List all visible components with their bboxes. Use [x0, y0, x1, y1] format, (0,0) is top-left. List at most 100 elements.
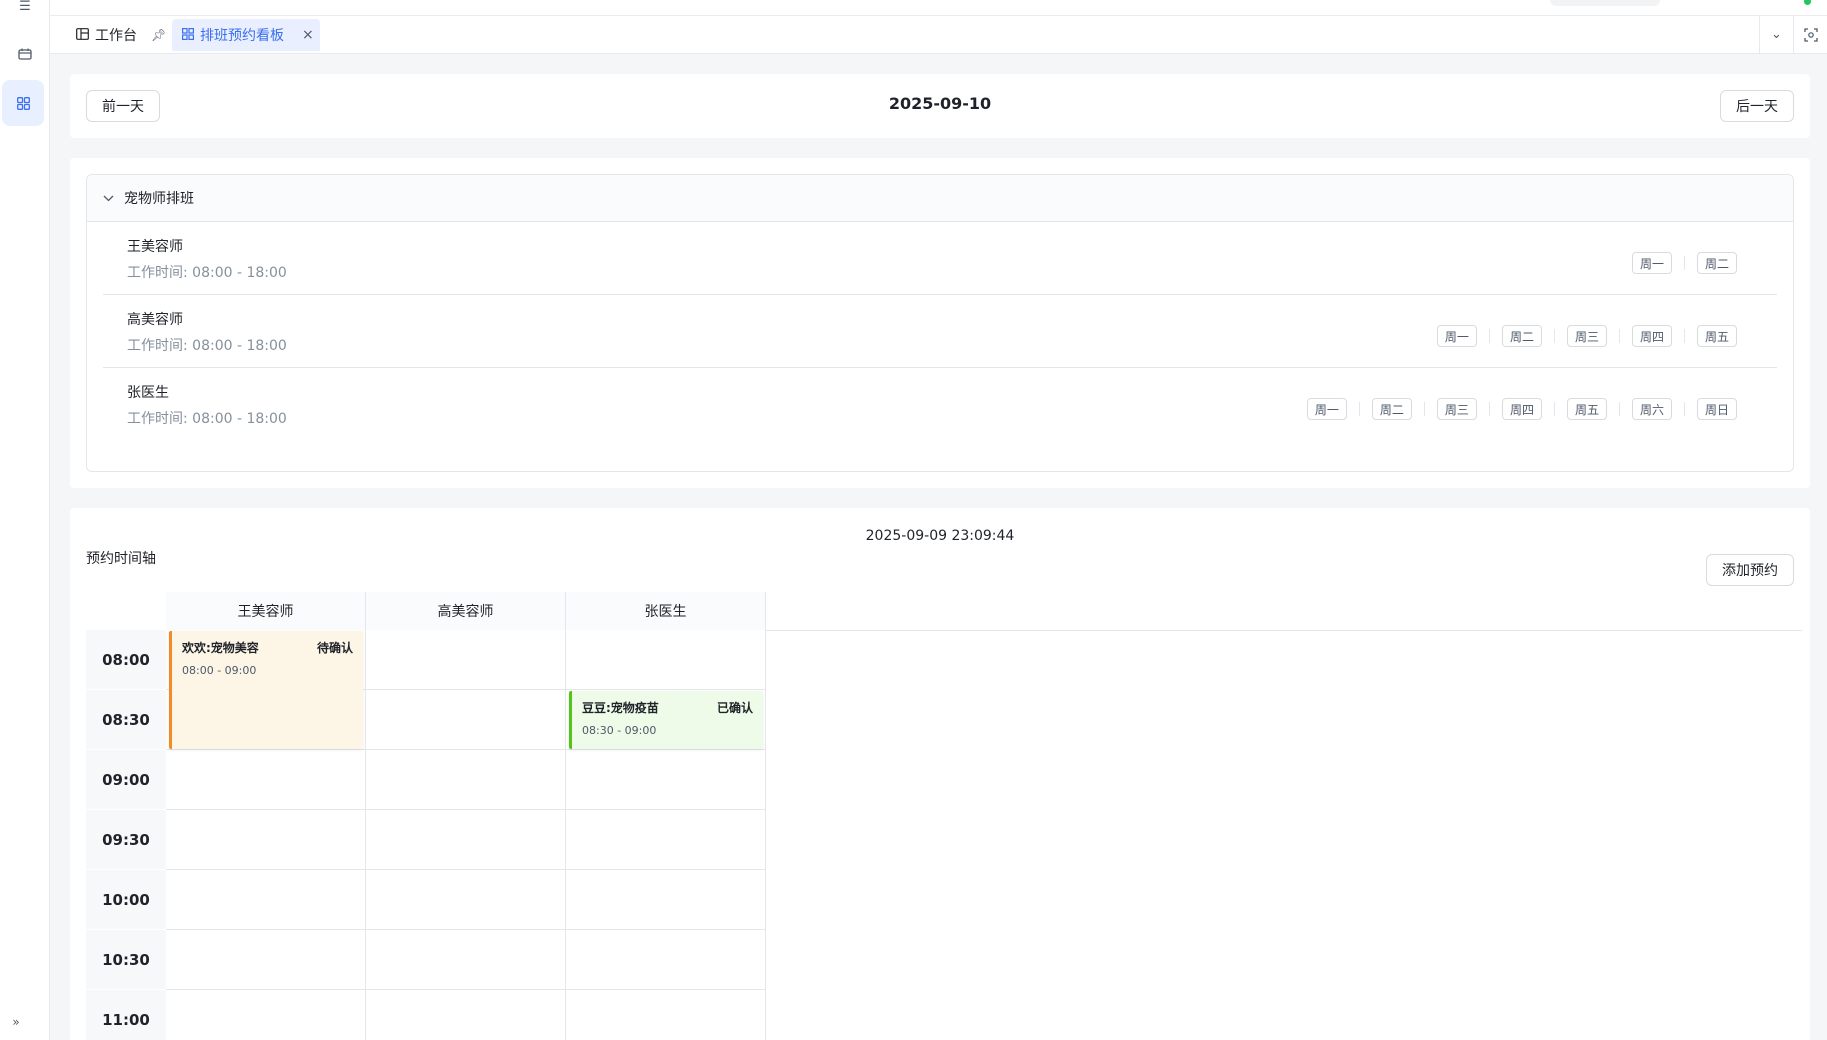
tab-bar: 工作台 📌︎ 排班预约看板 × ⌄	[50, 16, 1827, 54]
menu-list-icon[interactable]: ☰	[9, 0, 41, 22]
add-appointment-button[interactable]: 添加预约	[1706, 554, 1794, 586]
weekday-tag: 周五	[1566, 398, 1607, 420]
time-slot-cell[interactable]	[366, 750, 566, 810]
collapse-header[interactable]: 宠物师排班	[87, 175, 1793, 222]
day-separator	[1683, 329, 1685, 343]
time-slot-label: 08:00	[86, 630, 166, 690]
time-slot-cell[interactable]	[366, 990, 566, 1040]
time-slot-cell[interactable]	[166, 990, 366, 1040]
tab-schedule-board[interactable]: 排班预约看板 ×	[172, 19, 320, 51]
appointment-status: 待确认	[316, 641, 353, 655]
day-separator	[1423, 402, 1425, 416]
expand-sidebar-icon[interactable]: »	[6, 1012, 26, 1032]
staff-schedule-card: 宠物师排班 王美容师 工作时间: 08:00 - 18:00 周一 周二 高美容师 工作时…	[70, 158, 1810, 488]
online-status-dot	[1804, 0, 1811, 5]
chevron-down-icon[interactable]	[103, 192, 114, 205]
staff-row: 张医生工作时间: 08:00 - 18:00 周一 周二 周三 周四 周五 周六 周日	[103, 368, 1777, 441]
appointment-status: 已确认	[716, 701, 753, 715]
weekday-tag: 周二	[1696, 252, 1737, 274]
time-slot-cell[interactable]	[566, 750, 766, 810]
work-days: 周一 周二 周三 周四 周五	[1436, 325, 1737, 347]
next-day-button[interactable]: 后一天	[1720, 90, 1794, 122]
weekday-tag: 周二	[1371, 398, 1412, 420]
time-slot-label: 10:00	[86, 870, 166, 930]
fullscreen-icon[interactable]	[1793, 16, 1827, 53]
tab-workbench[interactable]: 工作台 📌︎	[66, 19, 176, 51]
time-slot-cell[interactable]	[366, 930, 566, 990]
header-search-pill[interactable]	[1550, 0, 1660, 6]
weekday-tag: 周一	[1631, 252, 1672, 274]
weekday-tag: 周日	[1696, 398, 1737, 420]
calendar-icon[interactable]	[9, 38, 41, 70]
time-slot-cell[interactable]	[166, 870, 366, 930]
time-slot-cell[interactable]	[366, 810, 566, 870]
weekday-tag: 周四	[1631, 325, 1672, 347]
timeline-title: 预约时间轴	[86, 551, 156, 567]
layout-icon	[76, 27, 89, 43]
time-slot-cell[interactable]	[566, 810, 766, 870]
weekday-tag: 周六	[1631, 398, 1672, 420]
header-strip	[50, 0, 1827, 16]
time-slot-cell[interactable]	[166, 930, 366, 990]
day-separator	[1488, 402, 1490, 416]
day-separator	[1488, 329, 1490, 343]
staff-row: 高美容师 工作时间: 08:00 - 18:00 周一 周二 周三 周四 周五	[103, 295, 1777, 368]
day-separator	[1553, 329, 1555, 343]
day-separator	[1683, 402, 1685, 416]
current-clock: 2025-09-09 23:09:44	[865, 528, 1015, 544]
appointment-timeline-card: 2025-09-09 23:09:44 预约时间轴 添加预约 王美容师 高美容师张…	[70, 508, 1810, 1040]
time-slot-label: 11:00	[86, 990, 166, 1040]
time-slot-cell[interactable]	[566, 990, 766, 1040]
appointment-card[interactable]: 欢欢:宠物美容 待确认 08:00 - 09:00	[169, 631, 363, 749]
weekday-tag: 周三	[1436, 398, 1477, 420]
dashboard-grid-icon[interactable]	[2, 80, 44, 126]
time-slot-label: 08:30	[86, 690, 166, 750]
staff-column-header: 高美容师	[366, 592, 566, 630]
time-slot-cell[interactable]	[366, 870, 566, 930]
staff-row: 王美容师工作时间: 08:00 - 18:00 周一 周二	[103, 222, 1777, 295]
work-days: 周一 周二	[1631, 252, 1737, 274]
time-slot-cell[interactable]	[366, 690, 566, 750]
close-icon[interactable]: ×	[302, 27, 314, 43]
collapse-title: 宠物师排班	[124, 191, 194, 207]
day-navigation-card: 前一天 2025-09-10 后一天	[70, 74, 1810, 138]
staff-column-header: 张医生	[566, 592, 766, 630]
timeline-grid: 王美容师 高美容师 张医生 08:00 08:30 09:00 09:30 10:00 10:3…	[86, 592, 1802, 1040]
weekday-tag: 周一	[1306, 398, 1347, 420]
day-separator	[1618, 402, 1620, 416]
staff-name: 张医生	[127, 385, 169, 401]
appointment-card[interactable]: 豆豆:宠物疫苗 已确认 08:30 - 09:00	[569, 691, 763, 749]
weekday-tag: 周五	[1696, 325, 1737, 347]
chevron-down-icon[interactable]: ⌄	[1759, 16, 1793, 53]
time-slot-label: 09:00	[86, 750, 166, 810]
weekday-tag: 周四	[1501, 398, 1542, 420]
grid-icon	[182, 27, 195, 43]
schedule-collapse: 宠物师排班 王美容师 工作时间: 08:00 - 18:00 周一 周二 高美容师 工作时…	[86, 174, 1794, 472]
day-separator	[1618, 329, 1620, 343]
staff-work-hours: 工作时间: 08:00 - 18:00	[127, 411, 287, 427]
staff-work-hours: 工作时间: 08:00 - 18:00	[127, 265, 287, 281]
staff-name: 高美容师	[127, 312, 183, 328]
time-slot-label: 10:30	[86, 930, 166, 990]
staff-name: 王美容师	[127, 239, 183, 255]
time-slot-cell[interactable]	[566, 870, 766, 930]
day-separator	[1358, 402, 1360, 416]
weekday-tag: 周三	[1566, 325, 1607, 347]
tab-label: 排班预约看板	[200, 28, 284, 44]
pin-icon[interactable]: 📌︎	[151, 28, 166, 42]
time-slot-cell[interactable]	[166, 810, 366, 870]
appointment-time: 08:30 - 09:00	[582, 724, 657, 737]
appointment-time: 08:00 - 09:00	[182, 664, 257, 677]
time-slot-cell[interactable]	[566, 930, 766, 990]
weekday-tag: 周二	[1501, 325, 1542, 347]
day-separator	[1683, 256, 1685, 270]
time-slot-cell[interactable]	[566, 630, 766, 690]
time-slot-label: 09:30	[86, 810, 166, 870]
day-separator	[1553, 402, 1555, 416]
current-date: 2025-09-10	[888, 94, 992, 113]
weekday-tag: 周一	[1436, 325, 1477, 347]
staff-column-header: 王美容师	[166, 592, 366, 630]
tab-label: 工作台	[95, 28, 137, 44]
time-slot-cell[interactable]	[166, 750, 366, 810]
time-slot-cell[interactable]	[366, 630, 566, 690]
